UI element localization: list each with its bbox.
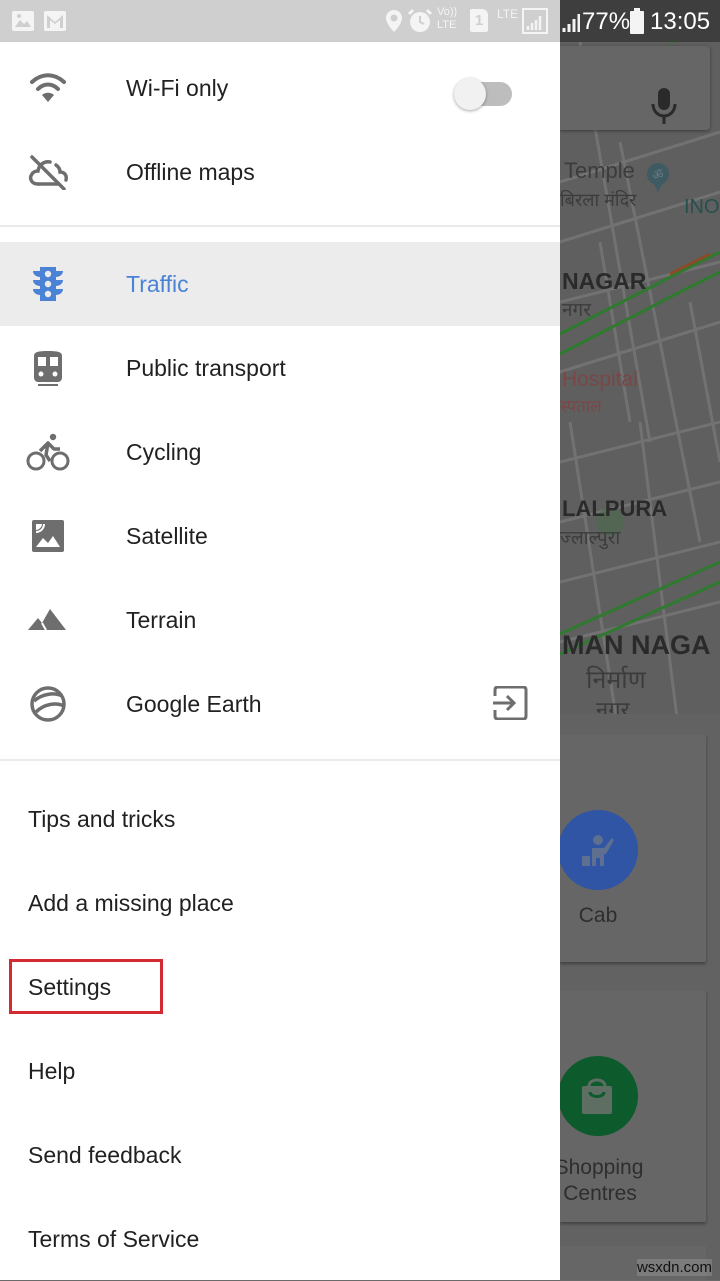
menu-item-label: Send feedback — [28, 1141, 182, 1168]
menu-item-label: Add a missing place — [28, 889, 234, 916]
divider — [0, 225, 560, 227]
menu-item-label: Settings — [28, 973, 112, 1000]
search-bar[interactable] — [560, 46, 710, 130]
category-card-cab[interactable]: Cab — [560, 734, 706, 962]
location-icon — [386, 10, 402, 32]
menu-item-satellite[interactable]: Satellite — [0, 494, 560, 578]
menu-item-label: Cycling — [126, 438, 202, 465]
bicycle-icon — [26, 430, 70, 474]
menu-item-label: Satellite — [126, 522, 208, 549]
wifi-icon — [26, 66, 70, 110]
toggle-thumb — [454, 78, 486, 110]
menu-item-label: Public transport — [126, 354, 286, 381]
divider — [0, 759, 560, 761]
category-label-cab: Cab — [578, 904, 618, 927]
svg-text:ॐ: ॐ — [653, 168, 664, 182]
clock: 13:05 — [650, 8, 711, 35]
menu-item-label: Traffic — [126, 270, 189, 297]
shopping-icon-circle — [560, 1056, 638, 1136]
menu-item-label: Tips and tricks — [28, 805, 176, 832]
category-label-shopping-line2: Centres — [563, 1182, 637, 1205]
menu-item-label: Wi-Fi only — [126, 74, 229, 101]
status-bar-right: 77% 13:05 — [560, 0, 720, 42]
sim-1-icon: 1 — [470, 9, 488, 32]
lte-indicator: LTE — [497, 7, 519, 21]
menu-item-terrain[interactable]: Terrain — [0, 578, 560, 662]
navigation-drawer: Wi-Fi only Offline maps Traffic Public t… — [0, 42, 560, 1280]
menu-item-traffic[interactable]: Traffic — [0, 242, 560, 326]
terrain-icon — [26, 598, 70, 642]
signal-outline-icon — [522, 8, 548, 34]
volte-indicator: Vo)) LTE — [437, 6, 458, 31]
cloud-off-icon — [26, 150, 70, 194]
menu-item-label: Terms of Service — [28, 1225, 200, 1252]
menu-item-label: Offline maps — [126, 158, 255, 185]
map-view[interactable]: Temple ॐ बिरला मंदिर INO NAGAR नगर Hospi… — [560, 42, 720, 1280]
map-label-nirman-hindi: निर्माण — [586, 666, 646, 694]
menu-item-public-transport[interactable]: Public transport — [0, 326, 560, 410]
temple-pin-icon: ॐ — [647, 163, 669, 192]
menu-item-add-missing-place[interactable]: Add a missing place — [0, 861, 560, 945]
battery-icon — [630, 8, 644, 34]
status-bar: Vo)) LTE 1 LTE 77% 13:05 — [0, 0, 720, 42]
map-label-hospital: Hospital — [562, 368, 638, 391]
map-label-nagar2-hindi: नगर — [596, 697, 630, 716]
google-earth-icon — [26, 682, 70, 726]
wifi-only-toggle[interactable] — [454, 76, 514, 110]
menu-item-terms-of-service[interactable]: Terms of Service — [0, 1197, 560, 1281]
map-label-nagar: NAGAR — [562, 268, 647, 294]
map-label-lalpura-hindi: ज्लाल्पुरा — [560, 528, 621, 549]
menu-item-label: Help — [28, 1057, 76, 1084]
menu-item-wifi-only[interactable]: Wi-Fi only — [0, 46, 560, 130]
menu-item-tips-and-tricks[interactable]: Tips and tricks — [0, 777, 560, 861]
menu-item-send-feedback[interactable]: Send feedback — [0, 1113, 560, 1197]
category-card-shopping[interactable]: Shopping Centres — [560, 990, 706, 1222]
cab-icon — [582, 835, 614, 866]
menu-item-label: Terrain — [126, 606, 197, 633]
menu-item-help[interactable]: Help — [0, 1029, 560, 1113]
open-external-icon — [493, 686, 528, 720]
train-icon — [26, 346, 70, 390]
gallery-icon — [12, 11, 34, 31]
map-label-man-nagar: MAN NAGA — [562, 630, 711, 660]
map-label-ino: INO — [684, 196, 720, 218]
satellite-icon — [26, 514, 70, 558]
signal-icon — [562, 14, 580, 32]
alarm-icon — [407, 8, 433, 32]
menu-item-google-earth[interactable]: Google Earth — [0, 662, 560, 746]
map-label-temple-hindi: बिरला मंदिर — [560, 190, 637, 210]
watermark: wsxdn.com — [636, 1259, 712, 1276]
status-bar-left: Vo)) LTE 1 LTE — [0, 0, 560, 42]
shopping-bag-icon — [582, 1078, 612, 1114]
map-label-nagar-hindi: नगर — [562, 300, 592, 321]
map-label-hospital-hindi: स्पताल — [560, 397, 602, 416]
traffic-light-icon — [26, 262, 70, 306]
menu-item-cycling[interactable]: Cycling — [0, 410, 560, 494]
cab-icon-circle — [560, 810, 638, 890]
menu-item-settings[interactable]: Settings — [0, 945, 560, 1029]
category-label-shopping-line1: Shopping — [560, 1156, 644, 1179]
battery-percentage: 77% — [582, 8, 631, 35]
gmail-icon — [44, 11, 66, 31]
menu-item-offline-maps[interactable]: Offline maps — [0, 130, 560, 214]
map-label-temple: Temple — [564, 158, 635, 183]
map-label-lalpura: LALPURA — [562, 496, 668, 521]
microphone-icon[interactable] — [650, 86, 678, 126]
menu-item-label: Google Earth — [126, 690, 262, 717]
